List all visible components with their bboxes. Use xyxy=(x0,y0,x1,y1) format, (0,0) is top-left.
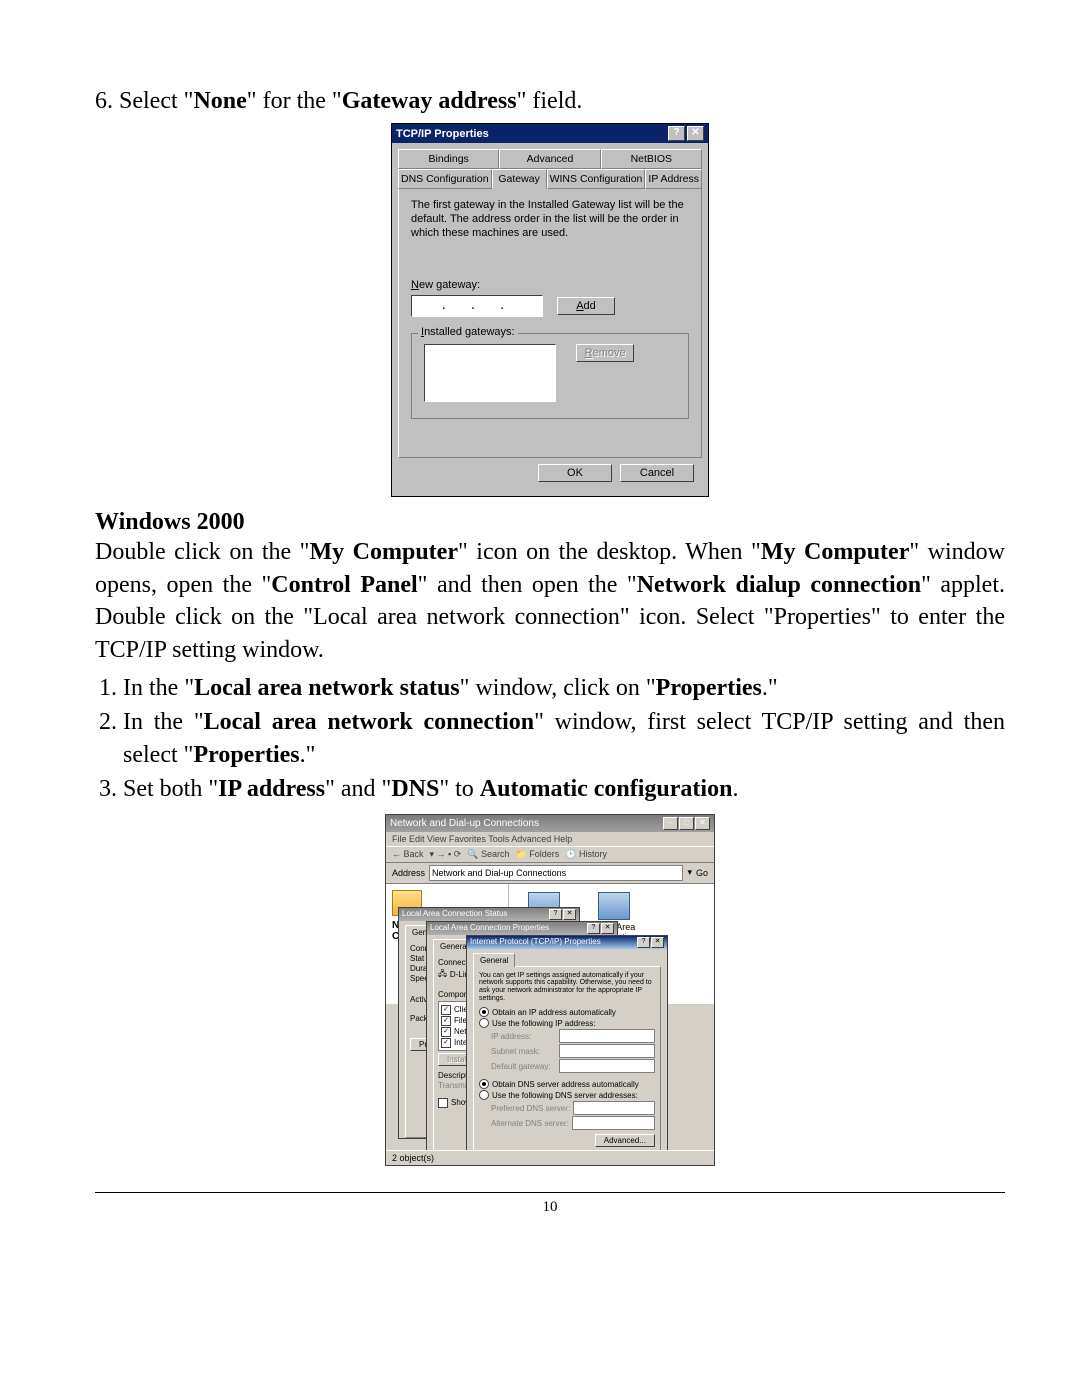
gateway-tab-pane: The first gateway in the Installed Gatew… xyxy=(398,188,702,458)
help-icon[interactable]: ? xyxy=(549,909,562,920)
ip-address-input xyxy=(559,1029,655,1043)
footer-divider xyxy=(95,1192,1005,1193)
tcpip-properties-dialog-w2k: Internet Protocol (TCP/IP) Properties ?✕… xyxy=(466,935,668,1162)
installed-gateways-list[interactable] xyxy=(424,344,556,402)
checkbox-icon[interactable]: ✓ xyxy=(441,1027,451,1037)
help-button[interactable]: ? xyxy=(668,126,685,141)
installed-gateways-group: Installed gateways: Remove xyxy=(411,333,689,419)
help-icon[interactable]: ? xyxy=(587,923,600,934)
cancel-button[interactable]: Cancel xyxy=(620,464,694,482)
step-3: Set both "IP address" and "DNS" to Autom… xyxy=(123,773,1005,805)
close-button[interactable]: ✕ xyxy=(695,817,710,830)
remove-button: Remove xyxy=(576,344,634,362)
gateway-help-text: The first gateway in the Installed Gatew… xyxy=(411,199,689,240)
dialog-tabs: Bindings Advanced NetBIOS DNS Configurat… xyxy=(398,149,702,189)
ok-button[interactable]: OK xyxy=(538,464,612,482)
tab-bindings[interactable]: Bindings xyxy=(398,149,499,169)
help-icon[interactable]: ? xyxy=(637,937,650,948)
step-2: In the "Local area network connection" w… xyxy=(123,706,1005,771)
close-button[interactable]: ✕ xyxy=(687,126,704,141)
back-button[interactable]: ← Back xyxy=(392,849,424,859)
network-icon xyxy=(598,892,630,920)
lan-status-titlebar: Local Area Connection Status ?✕ xyxy=(399,908,579,921)
dialog-titlebar: TCP/IP Properties ? ✕ xyxy=(392,124,708,143)
show-icon-checkbox[interactable] xyxy=(438,1098,448,1108)
advanced-button[interactable]: Advanced... xyxy=(595,1134,655,1147)
installed-gateways-label: Installed gateways: xyxy=(418,326,518,338)
folders-button[interactable]: 📁 Folders xyxy=(516,849,560,860)
add-button[interactable]: Add xyxy=(557,297,615,315)
tcpip-help-text: You can get IP settings assigned automat… xyxy=(479,972,655,1003)
step-1: In the "Local area network status" windo… xyxy=(123,672,1005,704)
page-number: 10 xyxy=(95,1199,1005,1216)
win2000-steps: In the "Local area network status" windo… xyxy=(95,672,1005,806)
status-bar: 2 object(s) xyxy=(386,1150,714,1165)
alternate-dns-input xyxy=(572,1116,655,1130)
obtain-ip-radio[interactable] xyxy=(479,1007,489,1017)
close-icon[interactable]: ✕ xyxy=(601,923,614,934)
close-icon[interactable]: ✕ xyxy=(563,909,576,920)
go-button[interactable]: Go xyxy=(696,868,708,878)
address-input[interactable] xyxy=(429,865,683,881)
search-button[interactable]: 🔍 Search xyxy=(467,849,509,860)
new-gateway-label: New gateway: xyxy=(411,279,689,291)
new-gateway-input[interactable]: . . . xyxy=(411,295,543,317)
close-icon[interactable]: ✕ xyxy=(651,937,664,948)
tab-dns[interactable]: DNS Configuration xyxy=(398,169,492,189)
address-bar: Address ▾ Go xyxy=(386,863,714,884)
checkbox-icon[interactable]: ✓ xyxy=(441,1005,451,1015)
explorer-menubar[interactable]: File Edit View Favorites Tools Advanced … xyxy=(386,832,714,846)
explorer-toolbar: ← Back ▾ → ▪ ⟳ 🔍 Search 📁 Folders 🕑 Hist… xyxy=(386,846,714,863)
win2000-heading: Windows 2000 xyxy=(95,509,1005,536)
explorer-titlebar: Network and Dial-up Connections – □ ✕ xyxy=(386,815,714,832)
tab-gateway[interactable]: Gateway xyxy=(492,169,547,189)
use-ip-radio[interactable] xyxy=(479,1018,489,1028)
use-dns-radio[interactable] xyxy=(479,1090,489,1100)
tab-wins[interactable]: WINS Configuration xyxy=(547,169,646,189)
address-label: Address xyxy=(392,868,425,878)
history-button[interactable]: 🕑 History xyxy=(565,849,607,860)
tcpip-w2k-titlebar: Internet Protocol (TCP/IP) Properties ?✕ xyxy=(467,936,667,949)
lan-properties-titlebar: Local Area Connection Properties ?✕ xyxy=(427,922,617,935)
dialog-title: TCP/IP Properties xyxy=(396,128,489,140)
tab-ipaddress[interactable]: IP Address xyxy=(645,169,702,189)
obtain-dns-radio[interactable] xyxy=(479,1079,489,1089)
win2000-paragraph: Double click on the "My Computer" icon o… xyxy=(95,536,1005,666)
step6-text: 6. Select "None" for the "Gateway addres… xyxy=(95,85,1005,117)
win2k-network-window: Network and Dial-up Connections – □ ✕ Fi… xyxy=(385,814,715,1166)
maximize-button[interactable]: □ xyxy=(679,817,694,830)
checkbox-icon[interactable]: ✓ xyxy=(441,1038,451,1048)
tab-netbios[interactable]: NetBIOS xyxy=(601,149,702,169)
subnet-mask-input xyxy=(559,1044,655,1058)
minimize-button[interactable]: – xyxy=(663,817,678,830)
checkbox-icon[interactable]: ✓ xyxy=(441,1016,451,1026)
explorer-title: Network and Dial-up Connections xyxy=(390,818,539,829)
preferred-dns-input xyxy=(573,1101,655,1115)
tab-advanced[interactable]: Advanced xyxy=(499,149,600,169)
general-tab[interactable]: General xyxy=(473,953,515,967)
tcpip-properties-dialog: TCP/IP Properties ? ✕ Bindings Advanced … xyxy=(391,123,709,497)
default-gateway-input xyxy=(559,1059,655,1073)
